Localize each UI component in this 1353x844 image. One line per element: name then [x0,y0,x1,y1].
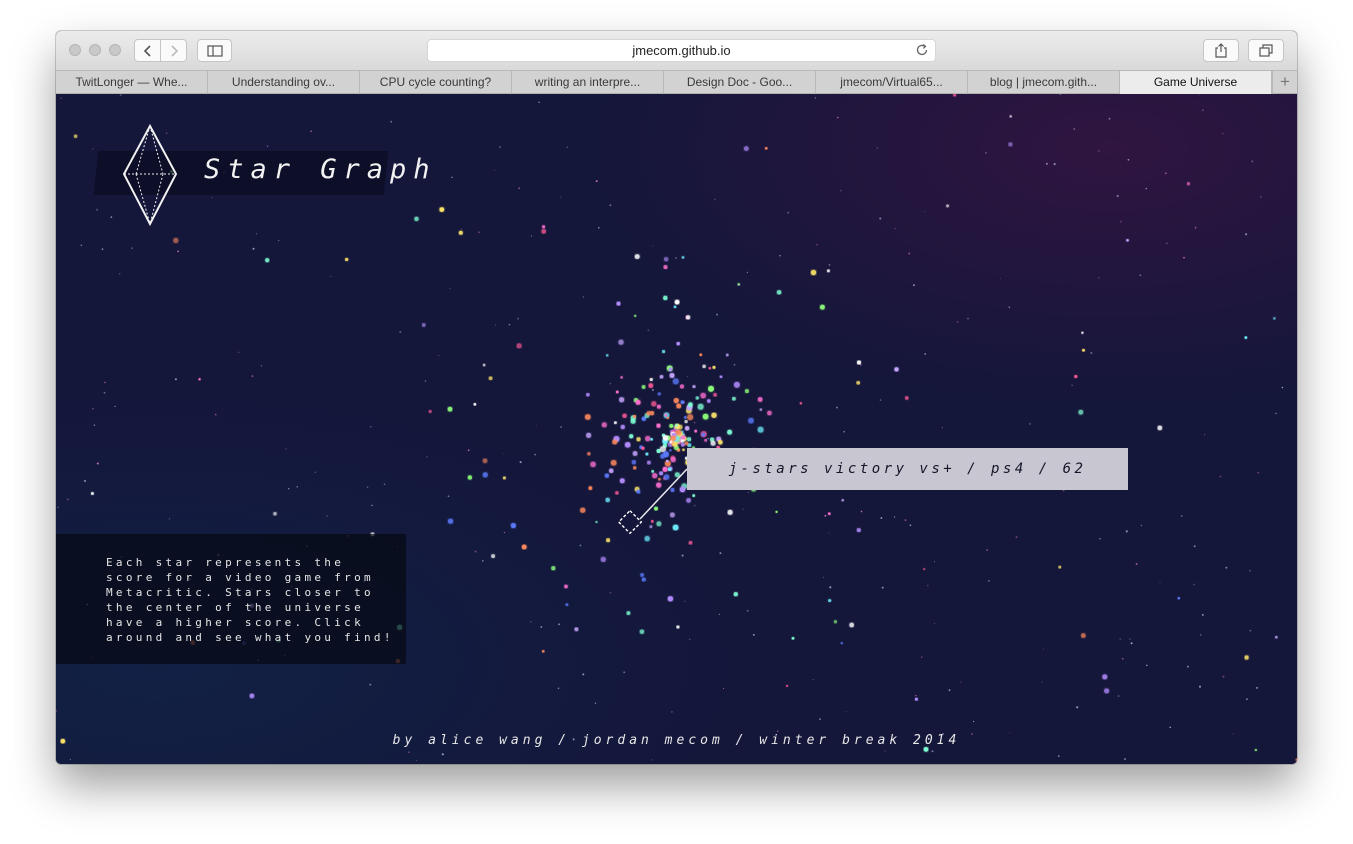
reload-icon[interactable] [915,43,929,57]
tab-twitlonger[interactable]: TwitLonger — Whe... [56,71,208,94]
new-tab-button[interactable]: + [1272,71,1297,94]
close-window-button[interactable] [69,44,81,56]
tabs-overview-button[interactable] [1248,39,1284,62]
sidebar-icon [206,44,223,57]
url-text: jmecom.github.io [632,43,731,58]
credits-text: by alice wang / jordan mecom / winter br… [392,733,961,748]
browser-window: jmecom.github.io TwitLonger — Whe... Und… [56,31,1297,764]
address-bar[interactable]: jmecom.github.io [427,39,936,62]
chevron-right-icon [170,44,178,57]
tab-game-universe[interactable]: Game Universe [1120,71,1272,94]
forward-button[interactable] [160,39,187,62]
tab-design-doc[interactable]: Design Doc - Goo... [664,71,816,94]
share-icon [1215,43,1227,58]
tab-virtual65[interactable]: jmecom/Virtual65... [816,71,968,94]
info-panel: Each star represents the score for a vid… [56,534,406,664]
tab-bar: TwitLonger — Whe... Understanding ov... … [56,70,1297,94]
tabs-overview-icon [1259,44,1273,57]
tab-understanding[interactable]: Understanding ov... [208,71,360,94]
game-universe-canvas[interactable]: Star Graph j-stars victory vs+ / ps4 / 6… [56,94,1297,764]
selected-game-tooltip: j-stars victory vs+ / ps4 / 62 [687,448,1128,490]
share-button[interactable] [1203,39,1239,62]
minimize-window-button[interactable] [89,44,101,56]
selection-connector-line [639,468,688,520]
zoom-window-button[interactable] [109,44,121,56]
tab-writing-interpreter[interactable]: writing an interpre... [512,71,664,94]
back-button[interactable] [134,39,161,62]
sidebar-button[interactable] [197,39,232,62]
tab-blog[interactable]: blog | jmecom.gith... [968,71,1120,94]
selected-game-label: j-stars victory vs+ / ps4 / 62 [728,461,1087,477]
info-text: Each star represents the score for a vid… [106,556,394,644]
diamond-marker-icon[interactable] [617,509,643,535]
tab-cpu-cycle[interactable]: CPU cycle counting? [360,71,512,94]
browser-toolbar: jmecom.github.io [56,31,1297,70]
chevron-left-icon [143,44,151,57]
